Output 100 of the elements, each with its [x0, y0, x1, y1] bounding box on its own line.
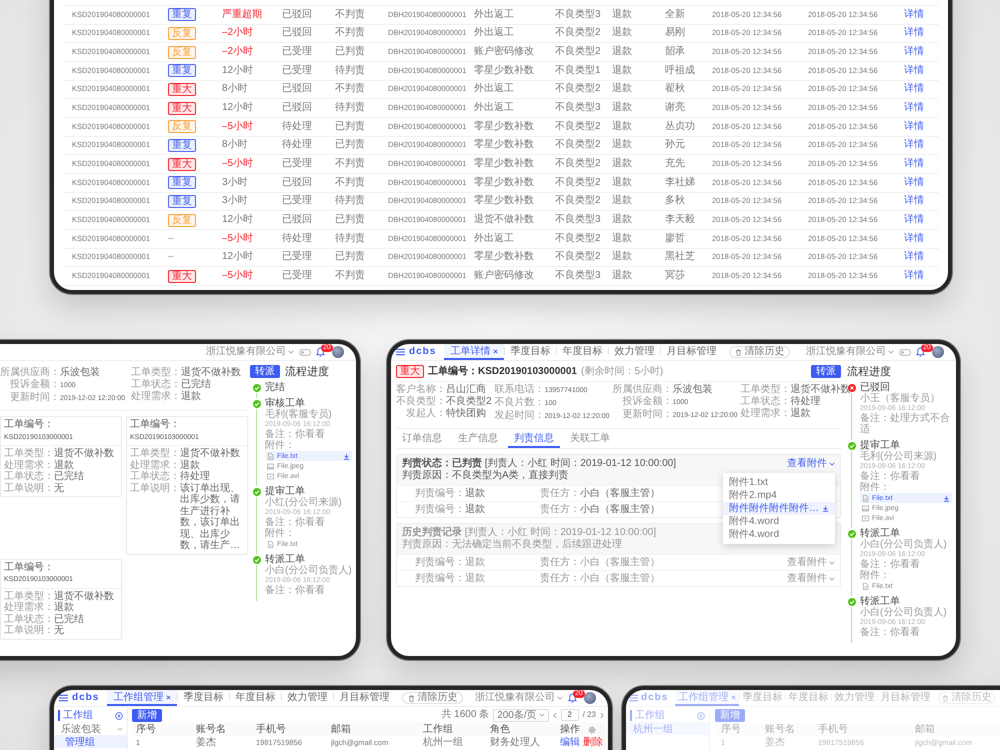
- detail-link[interactable]: 详情: [904, 83, 924, 96]
- document-icon: [862, 582, 869, 590]
- table-cell: 丛贞功: [665, 120, 695, 133]
- field-value: 无: [54, 625, 65, 636]
- company-dropdown[interactable]: 浙江悦豫有限公司: [806, 346, 894, 358]
- table-cell: 退款: [612, 102, 632, 114]
- edit-link[interactable]: 编辑: [560, 736, 580, 748]
- detail-link[interactable]: 详情: [904, 195, 924, 208]
- page-input[interactable]: 2: [560, 709, 579, 721]
- table-cell: 不良类型2: [555, 232, 601, 245]
- document-icon: [267, 452, 274, 460]
- table-cell: 退款: [612, 120, 632, 133]
- detail-link[interactable]: 详情: [904, 158, 924, 170]
- table-cell: 已判责: [335, 251, 365, 264]
- menu-item[interactable]: 附件4.word: [723, 528, 835, 541]
- detail-link[interactable]: 详情: [904, 270, 924, 282]
- bell-icon[interactable]: [568, 693, 577, 703]
- detail-link[interactable]: 详情: [904, 27, 924, 40]
- table-cell: 待处理: [282, 232, 312, 245]
- tab[interactable]: 订单信息: [396, 432, 448, 448]
- table-cell: 外出返工: [474, 102, 514, 114]
- detail-link[interactable]: 详情: [904, 102, 924, 114]
- toggle-switch[interactable]: [299, 348, 311, 356]
- delete-link[interactable]: 删除: [583, 736, 603, 748]
- plus-circle-icon[interactable]: [115, 712, 123, 720]
- avatar[interactable]: [332, 346, 344, 358]
- table-cell: 零星少数补数: [474, 195, 534, 208]
- detail-link[interactable]: 详情: [904, 8, 924, 21]
- detail-link[interactable]: 详情: [904, 120, 924, 133]
- tab[interactable]: 工作组管理: [107, 690, 178, 706]
- chevron-left-icon[interactable]: [552, 712, 557, 718]
- table-cell: 已驳回: [282, 27, 312, 40]
- field-value: 待处理: [790, 396, 822, 408]
- menu-icon[interactable]: [629, 694, 638, 702]
- table-cell: 退款: [612, 27, 632, 40]
- view-attachments-link[interactable]: 查看附件: [787, 572, 835, 584]
- gear-icon[interactable]: [588, 726, 596, 734]
- detail-link[interactable]: 详情: [904, 251, 924, 264]
- sidebar-item[interactable]: 管理组: [54, 735, 127, 748]
- tab[interactable]: 判责信息: [508, 432, 560, 448]
- menu-item[interactable]: 附件附件附件附件…: [723, 502, 835, 515]
- table-cell: 不良类型2: [555, 195, 601, 208]
- column-header: 邮箱: [331, 724, 352, 736]
- attachments-label: 附件：: [860, 570, 891, 581]
- forward-button[interactable]: 转派: [250, 365, 280, 378]
- add-button[interactable]: 新增: [132, 708, 162, 722]
- field-value: 退款: [465, 556, 485, 568]
- download-icon[interactable]: [822, 505, 829, 512]
- clear-history-button[interactable]: 清除历史: [402, 692, 464, 704]
- detail-link[interactable]: 详情: [904, 232, 924, 245]
- timeline-line: [850, 393, 852, 440]
- tab[interactable]: 关联工单: [564, 432, 616, 448]
- detail-link[interactable]: 详情: [904, 176, 924, 189]
- table-cell: 外出返工: [474, 83, 514, 96]
- video-icon: [862, 514, 869, 522]
- tab[interactable]: 工单详情: [444, 344, 504, 360]
- view-attachments-link[interactable]: 查看附件: [787, 556, 835, 568]
- table-cell: 零星少数补数: [474, 176, 534, 189]
- chevron-down-icon: [538, 713, 545, 717]
- table-cell: 退款: [612, 139, 632, 152]
- field-value: 待处理: [180, 471, 211, 482]
- clear-history-button[interactable]: 清除历史: [729, 346, 790, 358]
- detail-link[interactable]: 详情: [904, 46, 924, 58]
- menu-item[interactable]: 附件1.txt: [723, 476, 835, 489]
- download-icon[interactable]: [943, 494, 950, 502]
- forward-button[interactable]: 转派: [811, 365, 841, 378]
- company-dropdown[interactable]: 浙江悦豫有限公司: [475, 692, 563, 704]
- avatar[interactable]: [584, 692, 596, 704]
- company-dropdown[interactable]: 浙江悦豫有限公司: [206, 346, 294, 358]
- priority-tag: 重大: [168, 270, 196, 283]
- page-size-select[interactable]: 200条/页: [493, 708, 549, 722]
- menu-item[interactable]: 附件2.mp4: [723, 489, 835, 502]
- detail-link[interactable]: 详情: [904, 214, 924, 226]
- download-icon[interactable]: [343, 452, 350, 460]
- toggle-switch[interactable]: [899, 348, 911, 356]
- close-icon[interactable]: [493, 348, 498, 354]
- view-attachments-link[interactable]: 查看附件: [787, 458, 835, 470]
- sidebar-item[interactable]: 乐波包装: [54, 722, 127, 735]
- sidebar-title: 工作组: [58, 710, 93, 721]
- field-value: 退货不做补数: [790, 384, 851, 396]
- chevron-down-icon: [288, 350, 294, 354]
- field-label: 不良类型：: [396, 396, 446, 408]
- timeline-line: [850, 539, 852, 596]
- close-icon[interactable]: [166, 694, 172, 700]
- detail-link[interactable]: 详情: [904, 64, 924, 77]
- table-cell: 待判责: [335, 64, 365, 77]
- image-icon: [267, 462, 274, 470]
- column-header: 序号: [136, 724, 157, 736]
- bell-icon[interactable]: [916, 347, 925, 357]
- menu-item[interactable]: 附件4.word: [723, 515, 835, 528]
- chevron-right-icon[interactable]: [600, 712, 604, 718]
- trash-icon: [942, 694, 950, 702]
- field-value: 退款: [180, 460, 201, 470]
- avatar[interactable]: [932, 346, 944, 358]
- bell-icon[interactable]: [316, 347, 325, 357]
- table-cell: 退款: [612, 83, 632, 96]
- detail-link[interactable]: 详情: [904, 139, 924, 152]
- tab[interactable]: 生产信息: [452, 432, 504, 448]
- field-value: 吕山汇商: [446, 384, 487, 396]
- table-cell: 不判责: [335, 8, 365, 21]
